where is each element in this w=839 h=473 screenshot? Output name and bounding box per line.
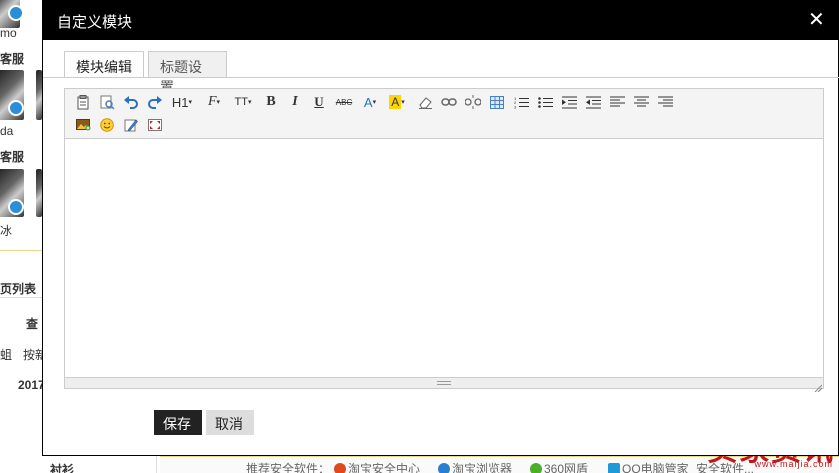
svg-text:3: 3 [514, 104, 517, 109]
tab-title-settings[interactable]: 标题设置 [148, 51, 227, 95]
dialog-header: 自定义模块 ✕ [43, 1, 838, 40]
tab-module-edit[interactable]: 模块编辑 [64, 51, 144, 78]
wangwang-icon [8, 199, 24, 215]
font-color-dropdown[interactable]: A ▾ [359, 92, 381, 112]
save-button[interactable]: 保存 [154, 410, 202, 435]
outdent-icon[interactable] [583, 92, 603, 112]
bold-icon[interactable]: B [261, 92, 281, 112]
align-center-icon[interactable] [631, 92, 651, 112]
indent-icon[interactable] [559, 92, 579, 112]
watermark-url: www.maijia.com [754, 459, 833, 469]
undo-icon[interactable] [121, 92, 141, 112]
user-name: 冰 [0, 224, 13, 238]
divider [0, 250, 42, 251]
paste-icon[interactable] [73, 92, 93, 112]
table-icon[interactable] [487, 92, 507, 112]
align-right-icon[interactable] [655, 92, 675, 112]
360-icon [530, 463, 542, 473]
unordered-list-icon[interactable] [535, 92, 555, 112]
wangwang-icon [8, 5, 24, 21]
insert-image-icon[interactable] [73, 115, 93, 135]
service-label: 客服 [0, 52, 25, 66]
unlink-icon[interactable] [463, 92, 483, 112]
heading-dropdown[interactable]: H1 ▾ [169, 92, 195, 112]
custom-module-dialog: 自定义模块 ✕ 模块编辑 标题设置 H1 ▾ F ▾ TT ▾ B I U AB… [42, 0, 839, 456]
source-code-icon[interactable] [121, 115, 141, 135]
link-icon[interactable] [439, 92, 459, 112]
resize-grip-icon[interactable] [437, 381, 451, 385]
align-left-icon[interactable] [607, 92, 627, 112]
editor-toolbar: H1 ▾ F ▾ TT ▾ B I U ABC A ▾ A ▾ 123 [65, 89, 823, 139]
section-title: 页列表 [0, 282, 37, 296]
rich-text-editor: H1 ▾ F ▾ TT ▾ B I U ABC A ▾ A ▾ 123 [64, 88, 824, 393]
footer-link[interactable]: 淘宝浏览器 [438, 460, 512, 473]
qq-manager-icon [608, 463, 620, 473]
year-label: 2017 [18, 378, 45, 392]
close-icon[interactable]: ✕ [808, 10, 825, 30]
editor-resize-bar[interactable] [65, 377, 823, 393]
shield-icon [334, 463, 346, 473]
user-name: mo [0, 26, 17, 40]
footer-link[interactable]: 淘宝安全中心 [334, 460, 420, 473]
footer-link[interactable]: 360网盾 [530, 460, 588, 473]
divider [156, 456, 157, 473]
query-label: 查 [26, 317, 39, 331]
highlight-color-dropdown[interactable]: A ▾ [385, 92, 409, 112]
cancel-button[interactable]: 取消 [206, 410, 254, 435]
category-label: 衬衫 [50, 463, 75, 473]
eraser-icon[interactable] [415, 92, 435, 112]
font-size-dropdown[interactable]: TT ▾ [231, 92, 255, 112]
footer-link[interactable]: QQ电脑管家 [608, 460, 689, 473]
italic-icon[interactable]: I [285, 92, 305, 112]
preview-icon[interactable] [97, 92, 117, 112]
font-family-dropdown[interactable]: F ▾ [203, 92, 225, 112]
column-label: 蛆 [0, 348, 13, 362]
editor-content-area[interactable] [65, 140, 823, 378]
divider [0, 297, 42, 298]
ordered-list-icon[interactable]: 123 [511, 92, 531, 112]
wangwang-icon [8, 100, 24, 116]
underline-icon[interactable]: U [309, 92, 329, 112]
dialog-title: 自定义模块 [57, 14, 133, 31]
fullscreen-icon[interactable] [145, 115, 165, 135]
strikethrough-icon[interactable]: ABC [333, 92, 355, 112]
browser-icon [438, 463, 450, 473]
footer-label: 推荐安全软件： [246, 462, 331, 473]
resize-corner-icon[interactable] [814, 379, 823, 393]
redo-icon[interactable] [145, 92, 165, 112]
user-name: da [0, 124, 14, 138]
tab-underline [43, 77, 839, 78]
service-label: 客服 [0, 150, 25, 164]
emoticon-icon[interactable] [97, 115, 117, 135]
